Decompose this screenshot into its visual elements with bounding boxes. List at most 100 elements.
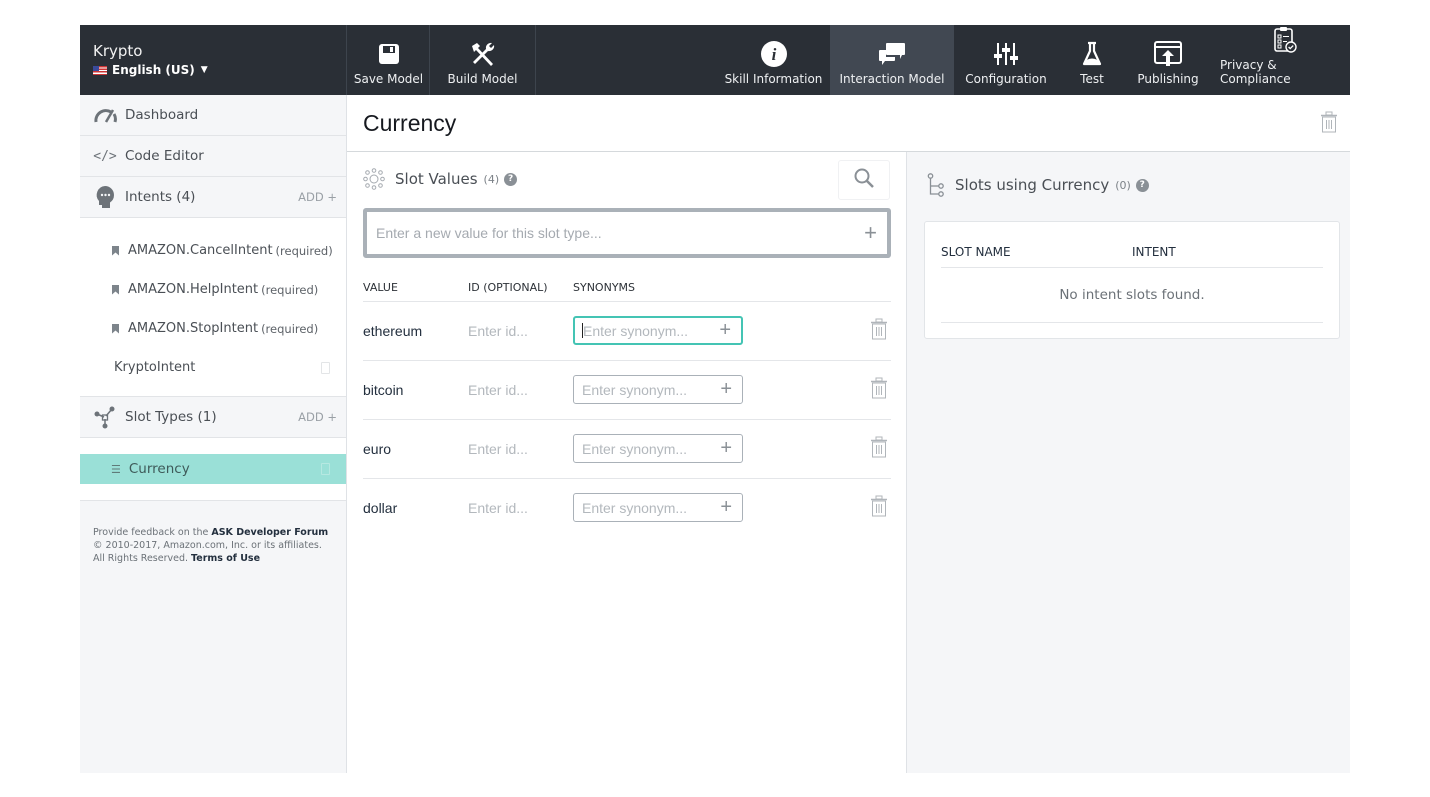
- code-brackets-icon: </>: [93, 148, 117, 164]
- save-model-label: Save Model: [353, 72, 424, 86]
- delete-row-trash-icon[interactable]: [870, 318, 888, 345]
- info-icon: i: [760, 40, 787, 68]
- add-slot-type-button[interactable]: ADD +: [298, 410, 337, 424]
- search-button[interactable]: [838, 160, 890, 200]
- flask-icon: [1082, 40, 1102, 68]
- sidebar-code-editor-label: Code Editor: [125, 148, 204, 164]
- intent-item[interactable]: AMAZON.HelpIntent (required): [80, 270, 346, 309]
- id-input[interactable]: Enter id...: [468, 323, 528, 339]
- intent-item[interactable]: AMAZON.StopIntent (required): [80, 309, 346, 348]
- floppy-disk-icon: [378, 40, 400, 68]
- copyright-text: © 2010-2017, Amazon.com, Inc. or its aff…: [93, 540, 322, 551]
- synonym-placeholder: Enter synonym...: [582, 440, 688, 457]
- build-model-label: Build Model: [447, 72, 518, 86]
- synonym-placeholder: Enter synonym...: [582, 381, 688, 398]
- caret-down-icon: ▼: [200, 65, 208, 75]
- column-header-id: ID (OPTIONAL): [468, 281, 548, 294]
- interaction-model-tab[interactable]: Interaction Model: [830, 25, 954, 95]
- skill-information-tab[interactable]: i Skill Information: [717, 25, 830, 95]
- add-synonym-plus-icon[interactable]: +: [719, 319, 731, 342]
- slot-type-list: ☰ Currency: [80, 438, 346, 501]
- feedback-text: Provide feedback on the: [93, 527, 212, 538]
- delete-row-trash-icon[interactable]: [870, 436, 888, 463]
- us-flag-icon: [93, 65, 107, 75]
- sidebar-item-dashboard[interactable]: Dashboard: [80, 95, 346, 136]
- upload-window-icon: [1154, 40, 1182, 68]
- id-input[interactable]: Enter id...: [468, 500, 528, 516]
- skill-information-label: Skill Information: [724, 72, 823, 86]
- delete-slot-type-trash-icon[interactable]: [1320, 111, 1338, 137]
- save-model-button[interactable]: Save Model: [348, 25, 430, 95]
- privacy-compliance-tab[interactable]: Privacy & Compliance: [1220, 25, 1350, 95]
- synonym-input[interactable]: Enter synonym... +: [573, 434, 743, 463]
- new-slot-value-placeholder: Enter a new value for this slot type...: [376, 225, 602, 241]
- bookmark-icon: [112, 323, 119, 334]
- page-title: Currency: [363, 109, 457, 136]
- add-value-plus-icon[interactable]: +: [864, 220, 877, 246]
- slot-type-item-selected[interactable]: ☰ Currency: [80, 454, 346, 484]
- id-input[interactable]: Enter id...: [468, 382, 528, 398]
- slot-values-table: ethereum Enter id... Enter synonym... + …: [363, 302, 891, 538]
- clipboard-check-icon: [1273, 26, 1297, 54]
- intent-name: AMAZON.CancelIntent: [128, 243, 273, 258]
- synonym-input[interactable]: Enter synonym... +: [573, 375, 743, 404]
- intent-item[interactable]: AMAZON.CancelIntent (required): [80, 231, 346, 270]
- table-row: ethereum Enter id... Enter synonym... +: [363, 302, 891, 361]
- slots-using-table-header: SLOT NAME INTENT: [941, 222, 1323, 268]
- branch-icon: [927, 173, 945, 197]
- locale-selector[interactable]: English (US) ▼: [93, 63, 346, 77]
- add-synonym-plus-icon[interactable]: +: [720, 437, 732, 460]
- slots-using-table: SLOT NAME INTENT No intent slots found.: [924, 221, 1340, 339]
- add-synonym-plus-icon[interactable]: +: [720, 378, 732, 401]
- sidebar-item-slot-types[interactable]: Slot Types (1) ADD +: [80, 397, 346, 438]
- slots-using-title: Slots using Currency: [955, 176, 1110, 194]
- delete-row-trash-icon[interactable]: [870, 377, 888, 404]
- privacy-compliance-label: Privacy & Compliance: [1220, 58, 1291, 86]
- hammer-wrench-icon: [469, 40, 497, 68]
- configuration-label: Configuration: [965, 72, 1047, 86]
- interaction-model-label: Interaction Model: [839, 72, 945, 86]
- build-model-button[interactable]: Build Model: [430, 25, 536, 95]
- publishing-tab[interactable]: Publishing: [1126, 25, 1210, 95]
- sidebar-item-code-editor[interactable]: </> Code Editor: [80, 136, 346, 177]
- new-slot-value-input[interactable]: Enter a new value for this slot type... …: [363, 208, 891, 258]
- sidebar-intents-label: Intents (4): [125, 189, 196, 205]
- delete-slot-type-icon[interactable]: [321, 463, 330, 475]
- terms-link[interactable]: Terms of Use: [191, 553, 260, 564]
- sidebar: Dashboard </> Code Editor Intents (4) AD…: [80, 95, 347, 773]
- intent-name: AMAZON.HelpIntent: [128, 282, 259, 297]
- add-intent-button[interactable]: ADD +: [298, 190, 337, 204]
- main-content: Currency Slot Values (4) ? Enter a new v…: [347, 95, 1350, 773]
- sidebar-footer: Provide feedback on the ASK Developer Fo…: [80, 501, 346, 590]
- page-header: Currency: [347, 95, 1350, 152]
- forum-link[interactable]: ASK Developer Forum: [211, 527, 328, 538]
- molecule-icon: [363, 168, 385, 190]
- sidebar-item-intents[interactable]: Intents (4) ADD +: [80, 177, 346, 218]
- delete-intent-icon[interactable]: [321, 361, 330, 374]
- intent-list: AMAZON.CancelIntent (required) AMAZON.He…: [80, 218, 346, 397]
- column-header-value: VALUE: [363, 281, 398, 294]
- help-icon[interactable]: ?: [1135, 178, 1149, 192]
- id-input[interactable]: Enter id...: [468, 441, 528, 457]
- chat-bubbles-icon: [878, 40, 906, 68]
- sidebar-slot-types-label: Slot Types (1): [125, 409, 217, 425]
- top-navigation-bar: Krypto English (US) ▼ Save Model Build M…: [80, 25, 1350, 95]
- app-window: Krypto English (US) ▼ Save Model Build M…: [80, 25, 1350, 773]
- slot-values-count: (4): [483, 172, 500, 186]
- column-header-intent: INTENT: [1132, 245, 1176, 259]
- delete-row-trash-icon[interactable]: [870, 495, 888, 522]
- table-row: dollar Enter id... Enter synonym... +: [363, 479, 891, 538]
- intent-required-tag: (required): [275, 243, 333, 258]
- configuration-tab[interactable]: Configuration: [954, 25, 1058, 95]
- synonym-input[interactable]: Enter synonym... +: [573, 493, 743, 522]
- test-tab[interactable]: Test: [1058, 25, 1126, 95]
- intent-item[interactable]: KryptoIntent: [80, 348, 346, 387]
- head-speech-icon: [93, 185, 117, 209]
- slot-value: dollar: [363, 500, 398, 516]
- list-icon: ☰: [111, 462, 121, 476]
- slot-value: bitcoin: [363, 382, 404, 398]
- slot-value: ethereum: [363, 323, 423, 339]
- synonym-input[interactable]: Enter synonym... +: [573, 316, 743, 345]
- add-synonym-plus-icon[interactable]: +: [720, 496, 732, 519]
- help-icon[interactable]: ?: [504, 172, 518, 186]
